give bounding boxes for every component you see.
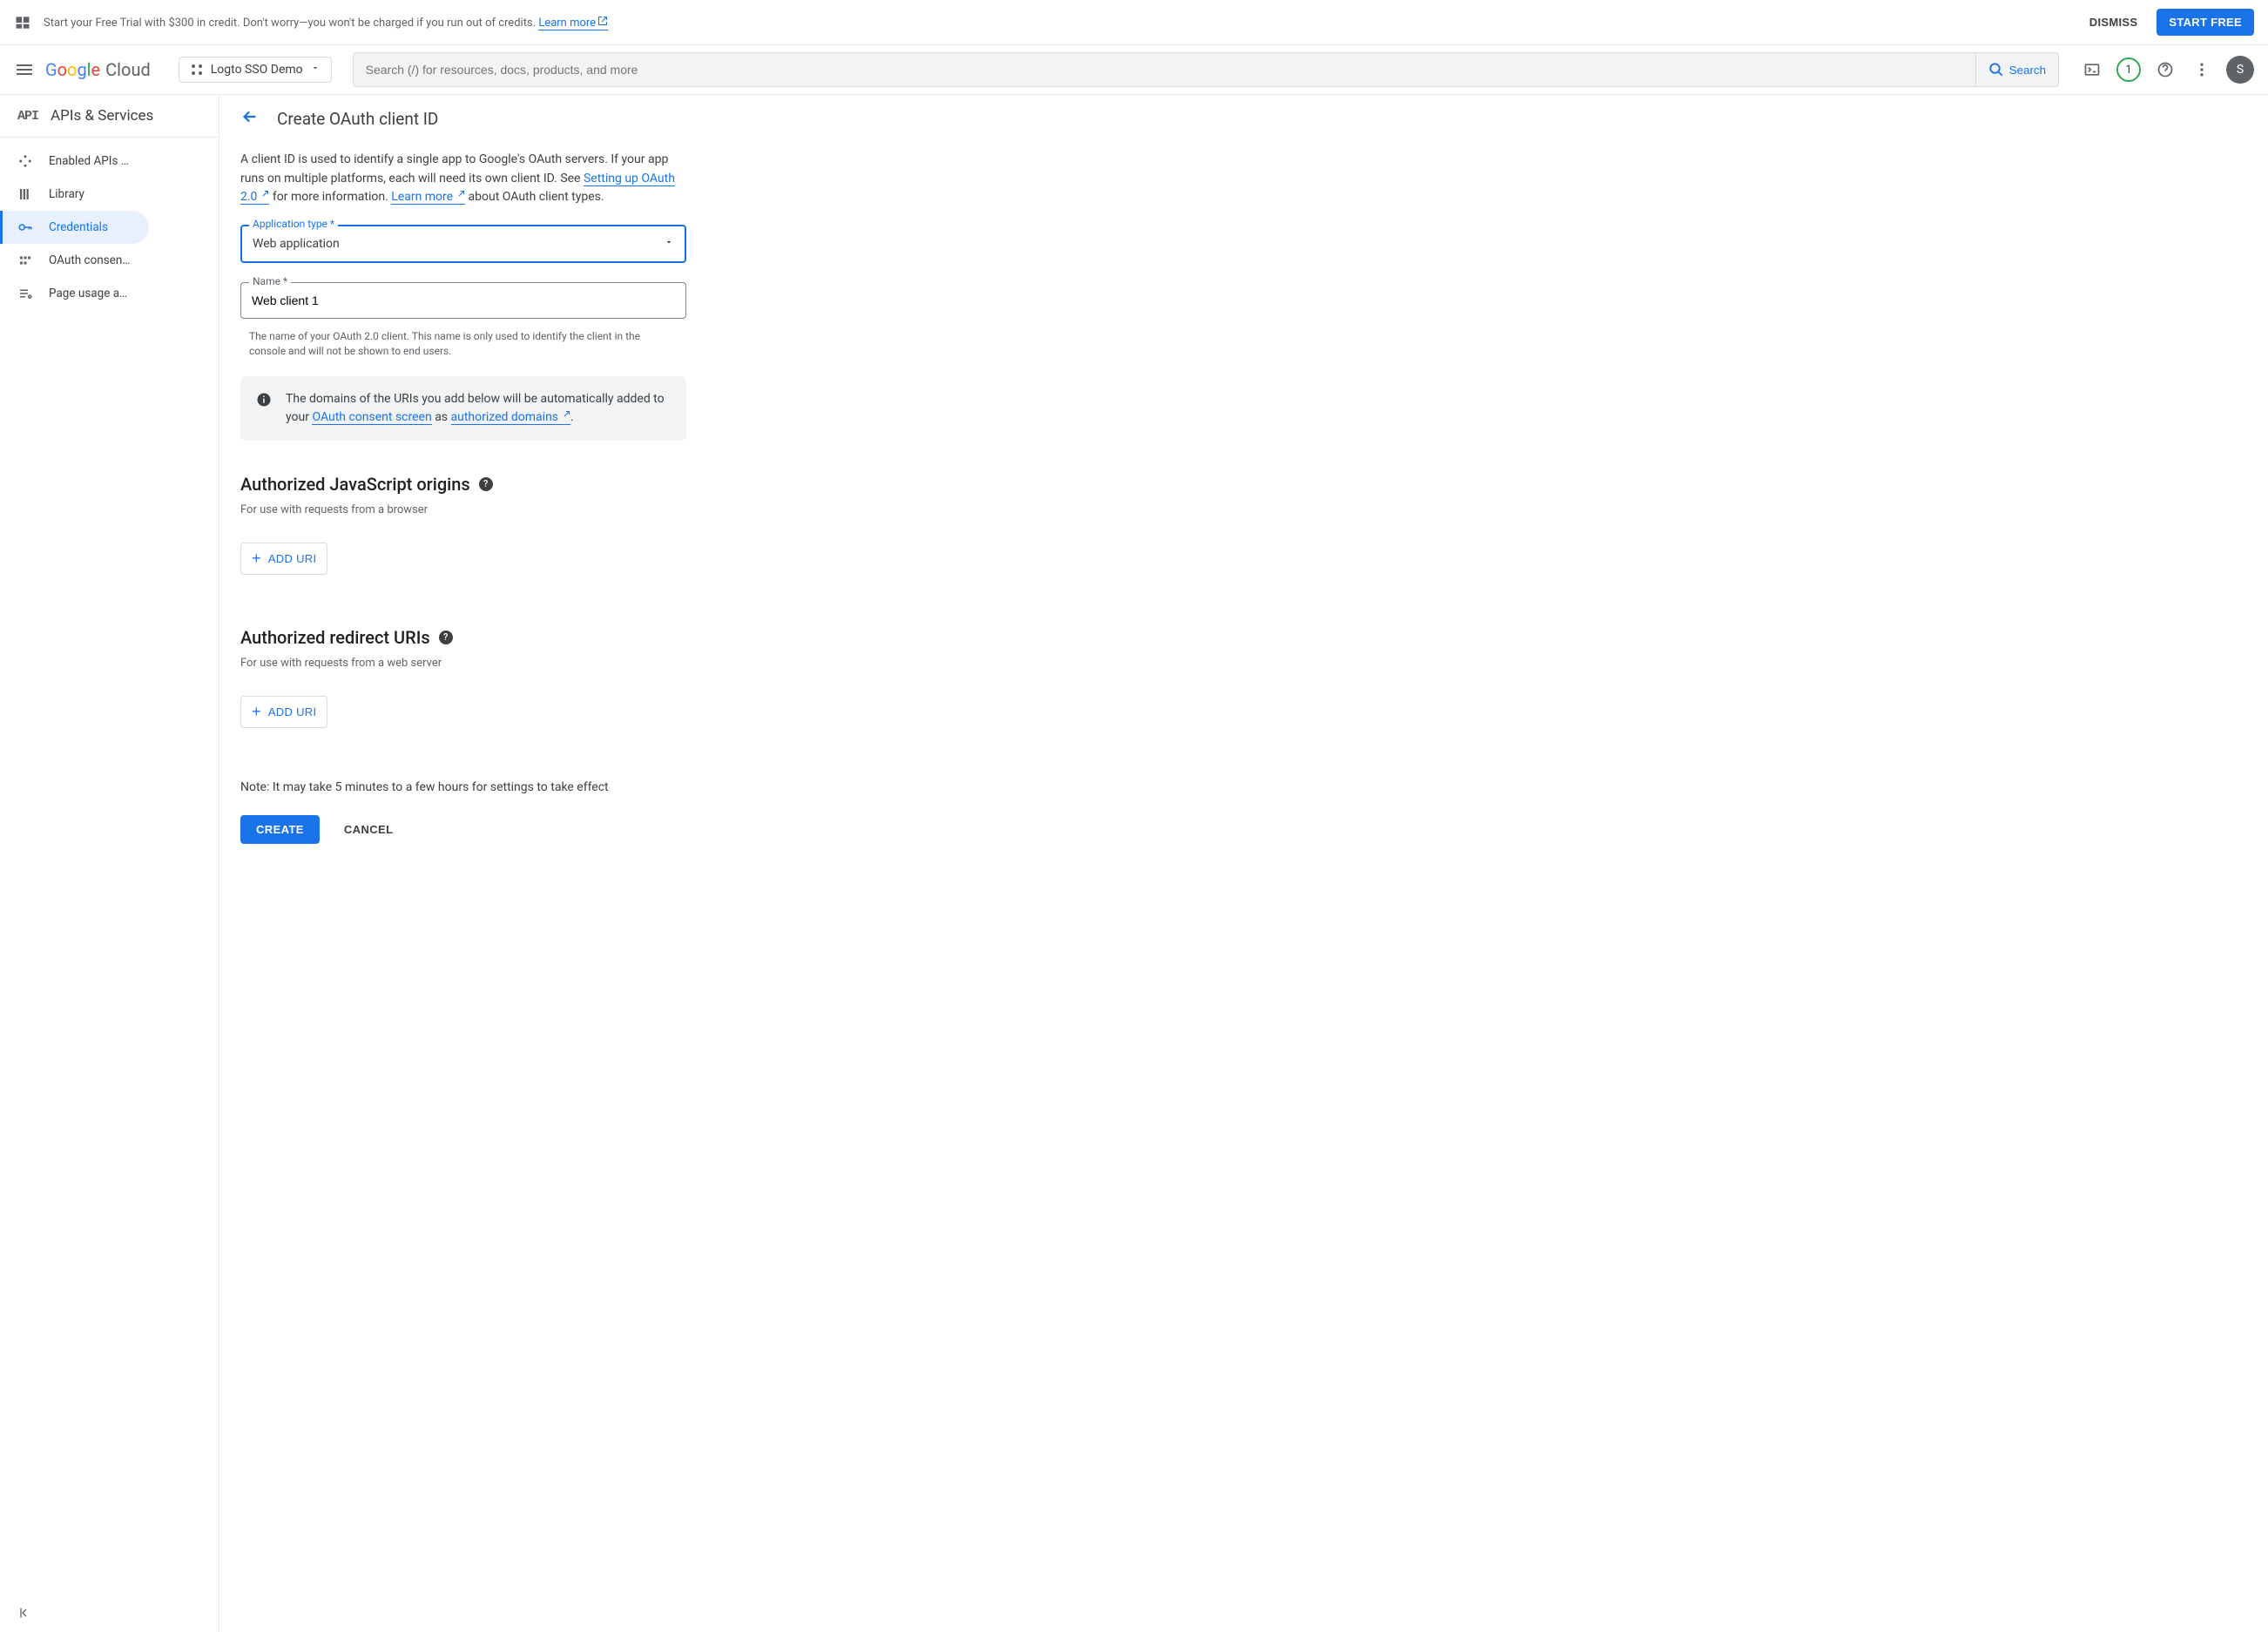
name-field: Name * [240, 282, 686, 319]
sidebar: API APIs & Services Enabled APIs … Libra… [0, 95, 219, 1632]
app-header: Google Cloud Logto SSO Demo Search 1 S [0, 45, 2268, 95]
api-icon: API [17, 109, 38, 124]
note-text: Note: It may take 5 minutes to a few hou… [240, 780, 686, 794]
back-arrow-icon[interactable] [240, 107, 260, 130]
header-icons: 1 S [2080, 56, 2254, 84]
sidebar-item-page-usage[interactable]: Page usage a… [0, 277, 219, 310]
add-js-origin-button[interactable]: + ADD URI [240, 543, 327, 575]
application-type-field: Application type * Web application [240, 225, 686, 263]
add-redirect-uri-button[interactable]: + ADD URI [240, 696, 327, 728]
name-helper-text: The name of your OAuth 2.0 client. This … [240, 324, 686, 359]
gift-icon [14, 14, 31, 31]
key-icon [17, 219, 33, 235]
name-label: Name * [249, 275, 291, 287]
hamburger-menu-icon[interactable] [14, 59, 35, 80]
sidebar-item-label: OAuth consen… [49, 253, 130, 267]
oauth-consent-screen-link[interactable]: OAuth consent screen [312, 410, 431, 425]
plus-icon: + [252, 703, 261, 721]
help-icon[interactable]: ? [439, 631, 453, 644]
trial-message-text: Start your Free Trial with $300 in credi… [44, 17, 538, 30]
sidebar-item-label: Enabled APIs … [49, 154, 129, 168]
application-type-value: Web application [253, 237, 340, 251]
learn-more-link[interactable]: Learn more [391, 190, 465, 205]
trial-banner: Start your Free Trial with $300 in credi… [0, 0, 2268, 45]
dashboard-icon [17, 153, 33, 169]
sidebar-item-label: Library [49, 187, 84, 201]
sidebar-item-label: Page usage a… [49, 287, 127, 300]
more-options-icon[interactable] [2190, 57, 2214, 82]
dismiss-button[interactable]: DISMISS [2077, 9, 2150, 36]
js-origins-subtitle: For use with requests from a browser [240, 503, 686, 516]
plus-icon: + [252, 550, 261, 568]
sidebar-item-label: Credentials [49, 220, 108, 234]
search-icon [1988, 62, 2004, 78]
project-name: Logto SSO Demo [211, 63, 303, 77]
page-title-bar: Create OAuth client ID [219, 95, 2268, 142]
notifications-badge[interactable]: 1 [2116, 57, 2141, 82]
project-picker[interactable]: Logto SSO Demo [179, 57, 332, 83]
cloud-shell-icon[interactable] [2080, 57, 2104, 82]
search-container: Search [353, 52, 2059, 87]
intro-text: A client ID is used to identify a single… [240, 151, 686, 207]
create-button[interactable]: CREATE [240, 815, 320, 844]
search-button[interactable]: Search [1975, 53, 2058, 86]
help-icon[interactable] [2153, 57, 2177, 82]
sidebar-item-enabled-apis[interactable]: Enabled APIs … [0, 145, 219, 178]
chevron-down-icon [310, 63, 321, 77]
authorized-domains-link[interactable]: authorized domains [451, 410, 571, 425]
google-cloud-logo[interactable]: Google Cloud [45, 59, 151, 80]
application-type-label: Application type * [249, 218, 338, 230]
trial-message: Start your Free Trial with $300 in credi… [44, 16, 2077, 30]
page-title: Create OAuth client ID [277, 109, 438, 129]
search-input[interactable] [354, 54, 1975, 85]
info-box: The domains of the URIs you add below wi… [240, 376, 686, 441]
redirect-uris-subtitle: For use with requests from a web server [240, 657, 686, 670]
name-input[interactable] [240, 282, 686, 319]
sidebar-collapse-icon[interactable] [17, 1606, 31, 1623]
project-icon [190, 63, 204, 77]
js-origins-title: Authorized JavaScript origins ? [240, 474, 686, 495]
sidebar-item-library[interactable]: Library [0, 178, 219, 211]
redirect-uris-title: Authorized redirect URIs ? [240, 627, 686, 648]
info-text: The domains of the URIs you add below wi… [286, 390, 671, 427]
chevron-down-icon [664, 237, 674, 251]
sidebar-item-oauth-consent[interactable]: OAuth consen… [0, 244, 219, 277]
sidebar-title: APIs & Services [51, 107, 153, 125]
sidebar-item-credentials[interactable]: Credentials [0, 211, 149, 244]
consent-icon [17, 253, 33, 268]
start-free-button[interactable]: START FREE [2157, 9, 2254, 36]
library-icon [17, 186, 33, 202]
sidebar-nav: Enabled APIs … Library Credentials OAuth… [0, 138, 219, 317]
application-type-select[interactable]: Web application [240, 225, 686, 263]
sidebar-header: API APIs & Services [0, 95, 219, 138]
help-icon[interactable]: ? [479, 477, 493, 491]
avatar[interactable]: S [2226, 56, 2254, 84]
main-content: Create OAuth client ID A client ID is us… [219, 95, 2268, 1632]
cancel-button[interactable]: CANCEL [328, 815, 409, 844]
usage-icon [17, 286, 33, 301]
action-row: CREATE CANCEL [240, 815, 686, 844]
trial-learn-more-link[interactable]: Learn more [538, 17, 608, 30]
info-icon [256, 392, 272, 408]
